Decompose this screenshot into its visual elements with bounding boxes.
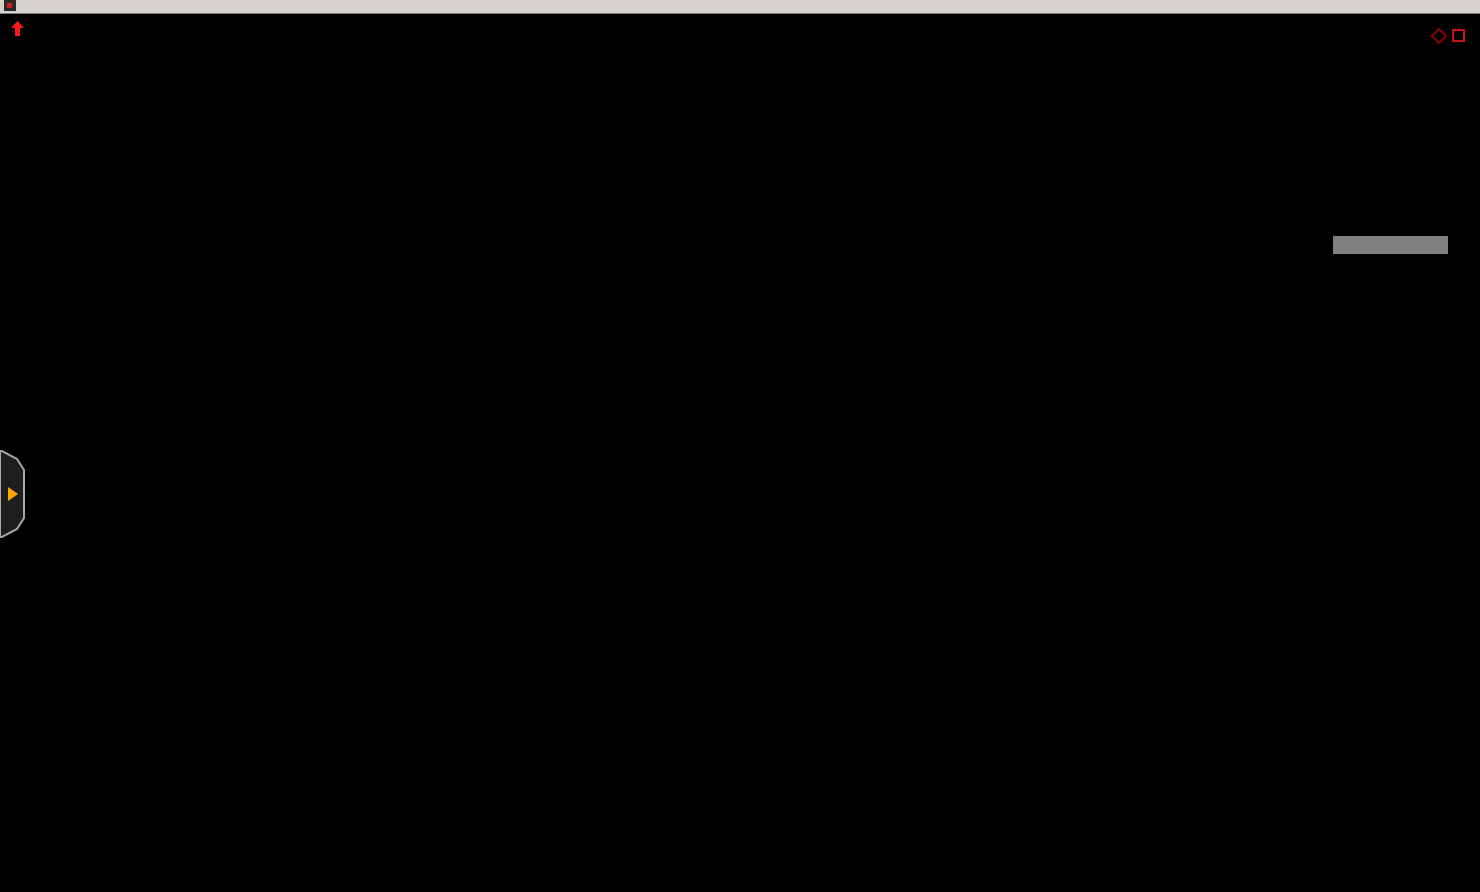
menu-bar xyxy=(0,0,1480,14)
up-arrow-icon xyxy=(11,21,24,36)
app-icon[interactable] xyxy=(4,0,16,11)
sidebar-expand-handle[interactable] xyxy=(0,450,26,538)
price-range-tooltip-box xyxy=(1333,236,1448,254)
main-chart-header xyxy=(2,21,60,36)
kline-chart-canvas[interactable] xyxy=(0,0,1480,892)
menu-row xyxy=(0,0,1480,11)
box-icon[interactable] xyxy=(1452,29,1465,42)
